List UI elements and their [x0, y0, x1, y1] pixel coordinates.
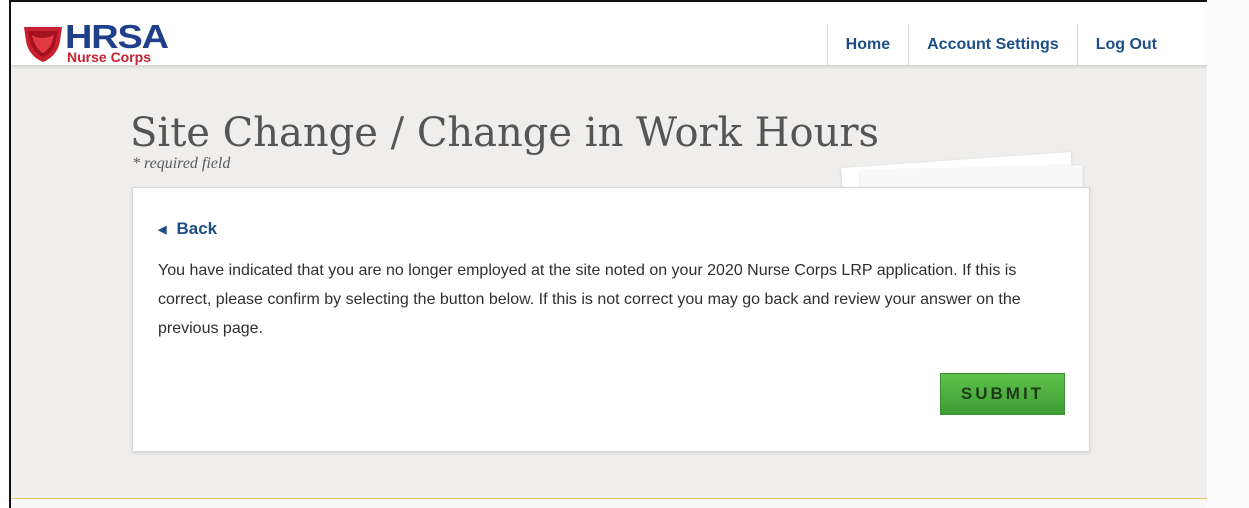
submit-button[interactable]: SUBMIT	[940, 373, 1065, 415]
browser-viewport: HRSA Nurse Corps Home Account Settings L…	[9, 0, 1209, 508]
back-link-label: Back	[176, 219, 218, 238]
shield-logo-icon	[24, 27, 62, 62]
content-card: ◀ Back You have indicated that you are n…	[132, 187, 1090, 452]
page-title: Site Change / Change in Work Hours	[130, 110, 879, 156]
triangle-left-icon: ◀	[158, 223, 167, 236]
required-field-note: * required field	[132, 155, 231, 172]
site-header: HRSA Nurse Corps Home Account Settings L…	[11, 2, 1209, 65]
back-link[interactable]: ◀ Back	[158, 219, 217, 239]
nav-log-out-link[interactable]: Log Out	[1076, 24, 1175, 65]
hrsa-logo[interactable]: HRSA Nurse Corps	[22, 20, 207, 65]
logo-subtext: Nurse Corps	[67, 49, 152, 65]
nav-account-settings-link[interactable]: Account Settings	[908, 24, 1077, 65]
top-nav: Home Account Settings Log Out	[826, 24, 1175, 65]
nav-home-link[interactable]: Home	[826, 24, 908, 65]
confirmation-message: You have indicated that you are no longe…	[158, 262, 1021, 337]
footer-area	[11, 499, 1209, 508]
page-gutter	[1207, 0, 1249, 508]
